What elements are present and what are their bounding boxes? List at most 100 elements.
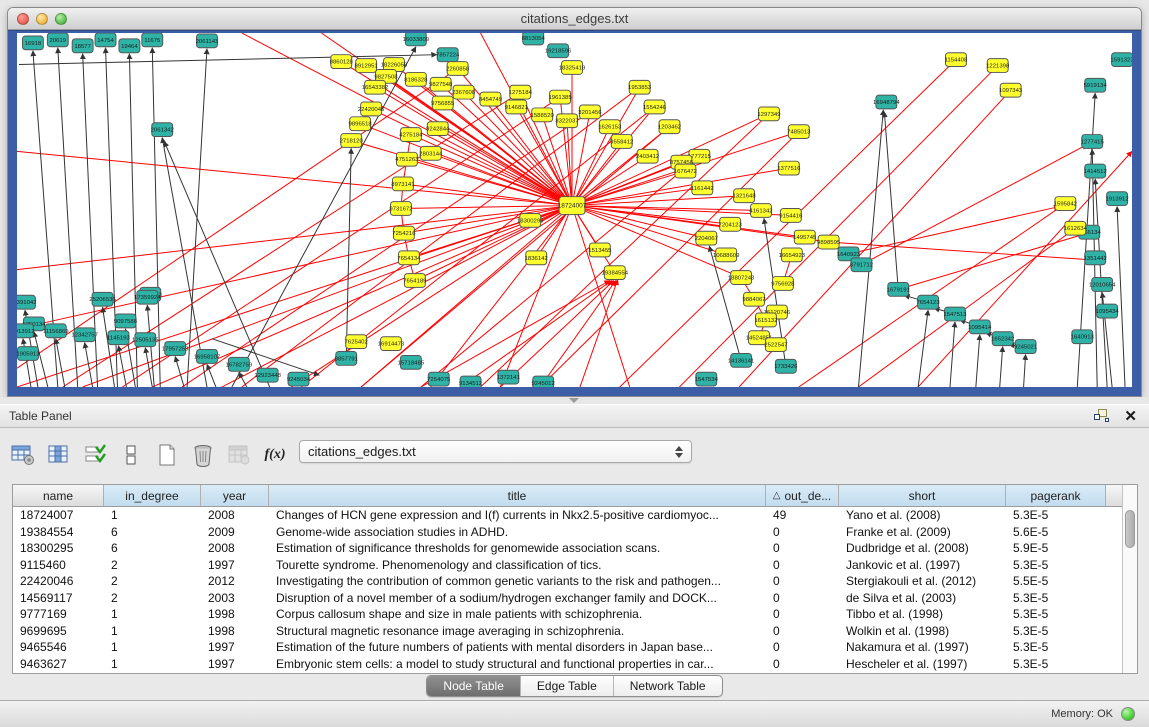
- graph-node[interactable]: 8813054: [522, 33, 546, 45]
- graph-edge[interactable]: [858, 228, 1075, 387]
- graph-node[interactable]: 9154416: [779, 209, 803, 223]
- graph-node[interactable]: 1321648: [732, 189, 756, 203]
- graph-edge[interactable]: [17, 68, 458, 368]
- graph-node[interactable]: 10688609: [713, 248, 740, 262]
- table-row[interactable]: 911546021997Tourette syndrome. Phenomeno…: [13, 557, 1122, 574]
- graph-node[interactable]: 1547534: [695, 372, 719, 386]
- graph-node[interactable]: 9827548: [429, 77, 453, 91]
- graph-node[interactable]: 9898595: [817, 235, 841, 249]
- graph-node[interactable]: 16948794: [873, 95, 900, 109]
- graph-node[interactable]: 1372141: [497, 370, 521, 384]
- graph-node[interactable]: 1145193: [107, 331, 130, 345]
- graph-node[interactable]: 7654123: [916, 295, 940, 309]
- graph-node[interactable]: 16033809: [403, 33, 430, 46]
- graph-edge[interactable]: [415, 206, 572, 281]
- graph-node[interactable]: 16782759: [226, 357, 253, 371]
- window-titlebar[interactable]: citations_edges.txt: [8, 8, 1141, 30]
- graph-node[interactable]: 1913912: [1105, 192, 1128, 206]
- graph-node[interactable]: 1495745: [793, 230, 817, 244]
- graph-edge[interactable]: [884, 112, 898, 289]
- graph-node[interactable]: 17957253: [162, 342, 189, 356]
- graph-node[interactable]: 1221398: [986, 59, 1010, 73]
- graph-edge[interactable]: [1117, 207, 1125, 387]
- graph-node[interactable]: 2803144: [419, 146, 443, 160]
- graph-edge[interactable]: [1024, 354, 1026, 387]
- table-row[interactable]: 977716911998Corpus callosum shape and si…: [13, 606, 1122, 623]
- graph-node[interactable]: 9884067: [742, 292, 765, 306]
- graph-node[interactable]: 9896518: [349, 117, 373, 131]
- graph-node[interactable]: 12505135: [132, 333, 159, 347]
- graph-edge[interactable]: [950, 322, 955, 387]
- graph-node[interactable]: 22420046: [358, 102, 385, 116]
- table-row[interactable]: 1938455462009Genome-wide association stu…: [13, 524, 1122, 541]
- graph-node[interactable]: 1277415: [1081, 135, 1105, 149]
- scrollbar-thumb[interactable]: [1125, 510, 1135, 548]
- graph-node[interactable]: 1615132: [754, 313, 777, 327]
- graph-node[interactable]: 1652342: [991, 332, 1014, 346]
- table-row[interactable]: 946554611997Estimation of the future num…: [13, 639, 1122, 656]
- graph-node[interactable]: 1097343: [999, 83, 1023, 97]
- graph-edge[interactable]: [976, 335, 980, 387]
- graph-node[interactable]: 9756928: [771, 277, 795, 291]
- graph-edge[interactable]: [232, 47, 416, 387]
- delete-table-icon[interactable]: [188, 441, 218, 469]
- divider-grip-icon[interactable]: [569, 398, 579, 403]
- graph-node[interactable]: 8791712: [850, 258, 873, 272]
- graph-node[interactable]: 2204067: [695, 231, 718, 245]
- graph-edge[interactable]: [404, 206, 572, 234]
- graph-node[interactable]: 1554246: [643, 100, 667, 114]
- graph-node[interactable]: 7254216: [392, 226, 416, 240]
- graph-node[interactable]: 7857224: [436, 48, 460, 62]
- graph-node[interactable]: 2260858: [446, 62, 470, 76]
- close-icon[interactable]: ✕: [1124, 409, 1137, 424]
- graph-node[interactable]: 2403412: [636, 149, 659, 163]
- graph-edge[interactable]: [17, 206, 572, 329]
- graph-node[interactable]: 3201456: [578, 105, 602, 119]
- column-header-name[interactable]: name: [13, 485, 104, 507]
- graph-node[interactable]: 18577: [72, 39, 93, 53]
- graph-node[interactable]: 8186328: [404, 72, 428, 86]
- graph-node[interactable]: 12923448: [254, 368, 281, 382]
- graph-node[interactable]: 18724007: [558, 197, 587, 215]
- graph-node[interactable]: 2718120: [340, 134, 364, 148]
- graph-node[interactable]: 18300295: [517, 213, 544, 227]
- graph-edge[interactable]: [500, 206, 572, 387]
- graph-node[interactable]: 7654189: [403, 274, 427, 288]
- graph-node[interactable]: 7625402: [345, 335, 368, 349]
- table-row[interactable]: 969969511998Structural magnetic resonanc…: [13, 623, 1122, 640]
- graph-node[interactable]: 1676472: [674, 164, 697, 178]
- graph-node[interactable]: 2522547: [764, 338, 787, 352]
- graph-node[interactable]: 9146821: [505, 100, 529, 114]
- graph-edge[interactable]: [175, 356, 184, 387]
- graph-node[interactable]: 9857791: [335, 352, 359, 366]
- graph-node[interactable]: 9245021: [1014, 340, 1038, 354]
- column-header-pagerank[interactable]: pagerank: [1006, 485, 1106, 507]
- graph-node[interactable]: 20619: [47, 33, 68, 47]
- table-row[interactable]: 1872400712008Changes of HCN gene express…: [13, 507, 1122, 524]
- graph-edge[interactable]: [918, 310, 928, 387]
- graph-node[interactable]: 9242844: [426, 122, 450, 136]
- graph-edge[interactable]: [103, 307, 115, 387]
- graph-node[interactable]: 9245012: [532, 376, 555, 387]
- graph-node[interactable]: 1275184: [509, 85, 533, 99]
- graph-node[interactable]: 4751263: [395, 152, 419, 166]
- graph-node[interactable]: 7654134: [397, 251, 421, 265]
- table-source-dropdown[interactable]: citations_edges.txt: [299, 440, 692, 463]
- graph-node[interactable]: 1351442: [1084, 251, 1107, 265]
- graph-edge[interactable]: [540, 281, 616, 387]
- graph-node[interactable]: 1513455: [588, 243, 612, 257]
- graph-node[interactable]: 9756855: [431, 96, 455, 110]
- graph-edge[interactable]: [17, 151, 572, 205]
- graph-node[interactable]: 15718485: [398, 355, 425, 369]
- graph-node[interactable]: 19384554: [602, 266, 629, 280]
- graph-edge[interactable]: [829, 242, 1091, 260]
- graph-node[interactable]: 7204123: [719, 217, 743, 231]
- graph-node[interactable]: 18325419: [559, 61, 586, 75]
- graph-edge[interactable]: [1092, 149, 1097, 387]
- graph-node[interactable]: 9731672: [389, 202, 412, 216]
- tab-node-table[interactable]: Node Table: [427, 676, 521, 696]
- graph-edge[interactable]: [409, 206, 572, 258]
- graph-node[interactable]: 1733426: [774, 359, 798, 373]
- graph-node[interactable]: 9097588: [114, 314, 138, 328]
- float-window-icon[interactable]: [1094, 409, 1110, 423]
